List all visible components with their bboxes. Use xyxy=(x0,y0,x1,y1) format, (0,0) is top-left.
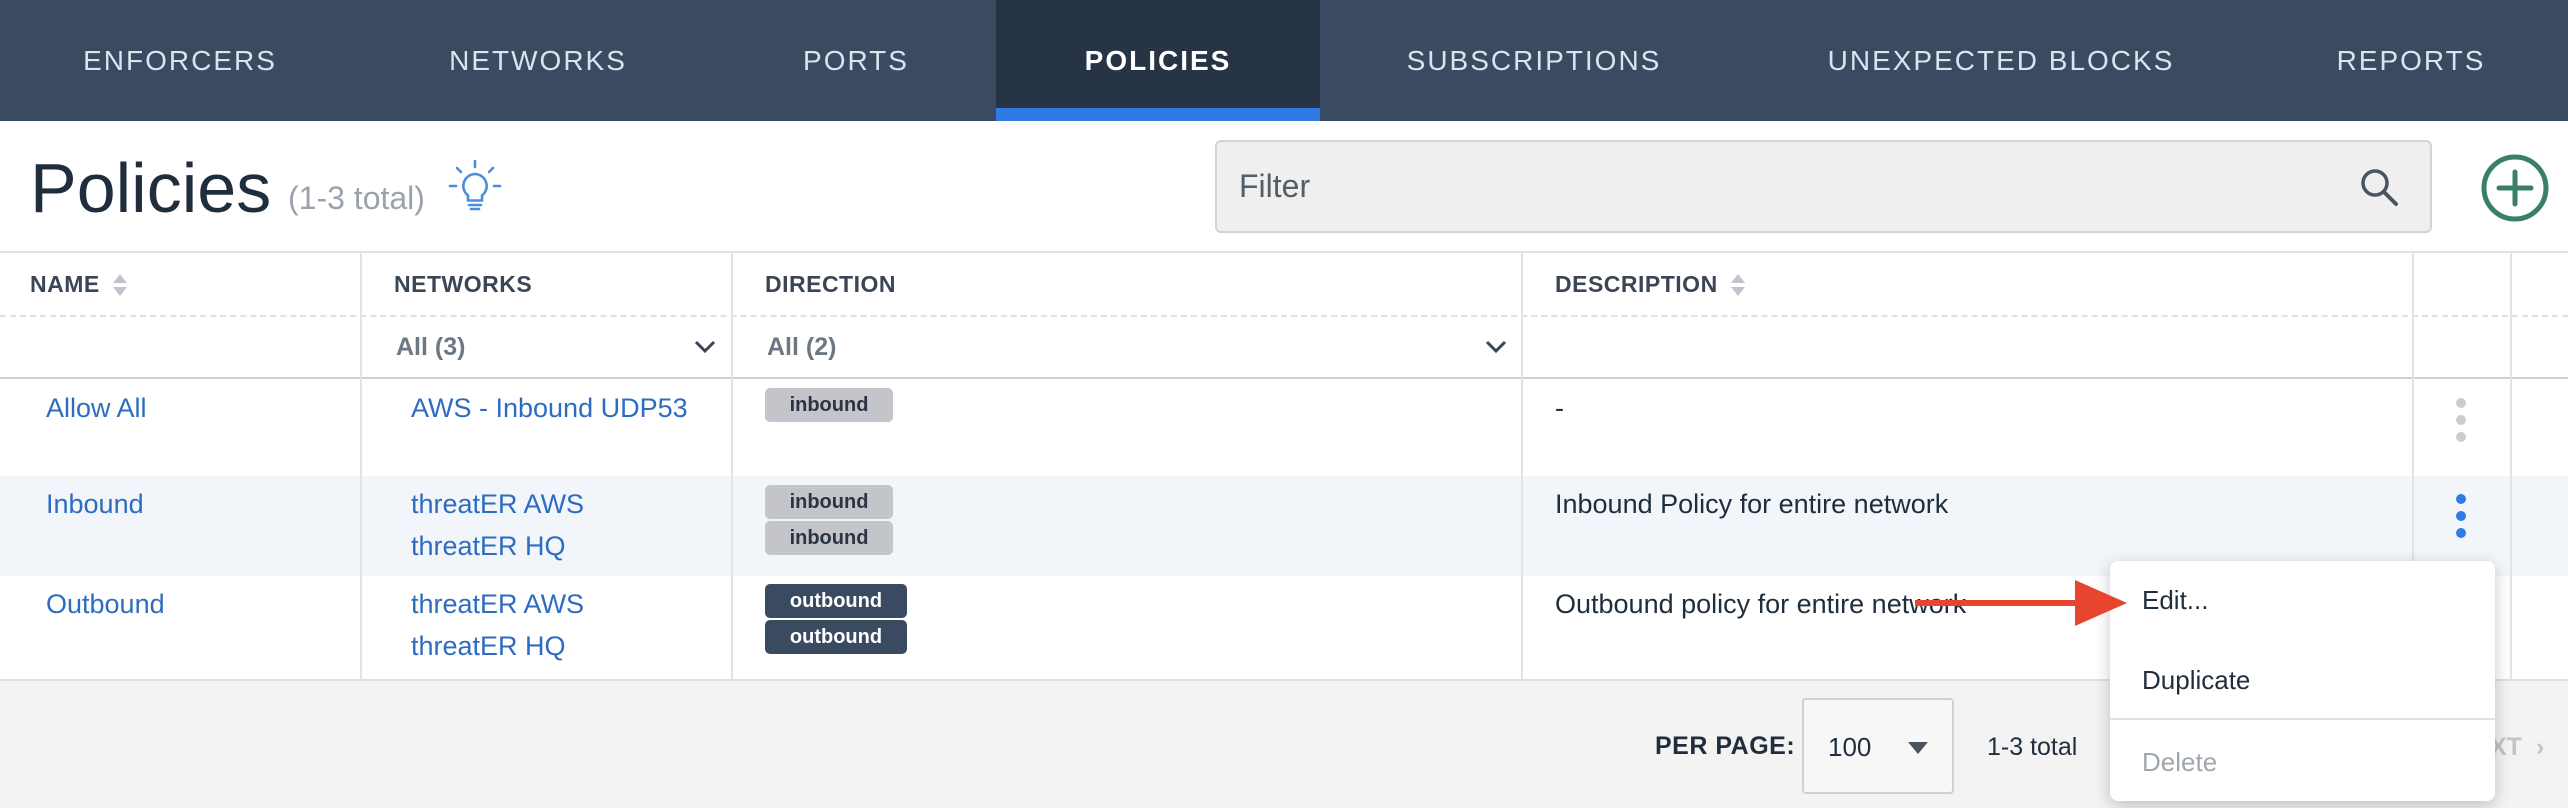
chevron-down-icon xyxy=(1485,340,1507,354)
table-row xyxy=(0,379,2568,476)
direction-badge: inbound xyxy=(765,485,893,519)
network-link[interactable]: threatER AWS xyxy=(411,589,584,620)
column-label: NETWORKS xyxy=(394,271,533,297)
table-header: NAME NETWORKS DIRECTION DESCRIPTION xyxy=(0,251,2568,317)
next-page-button[interactable]: XT › xyxy=(2490,733,2544,762)
column-divider xyxy=(360,251,362,679)
top-navigation: ENFORCERS NETWORKS PORTS POLICIES SUBSCR… xyxy=(0,0,2568,121)
column-label: NAME xyxy=(30,271,100,297)
network-link[interactable]: threatER AWS xyxy=(411,489,584,520)
direction-badge: outbound xyxy=(765,584,907,618)
description-text: - xyxy=(1555,393,1564,423)
column-divider xyxy=(731,251,733,679)
networks-filter-dropdown[interactable]: All (3) xyxy=(396,317,716,377)
tab-enforcers[interactable]: ENFORCERS xyxy=(0,0,360,121)
direction-filter-dropdown[interactable]: All (2) xyxy=(767,317,1507,377)
chevron-down-icon xyxy=(694,340,716,354)
column-label: DIRECTION xyxy=(765,271,896,297)
pagination-total: 1-3 total xyxy=(1987,733,2078,761)
direction-badge: inbound xyxy=(765,521,893,555)
network-link[interactable]: threatER HQ xyxy=(411,631,566,662)
caret-down-icon xyxy=(1908,742,1928,754)
lightbulb-icon[interactable] xyxy=(446,158,504,216)
menu-item-duplicate[interactable]: Duplicate xyxy=(2142,665,2250,696)
filter-box xyxy=(1215,140,2432,233)
description-text: Inbound Policy for entire network xyxy=(1555,489,1949,519)
chevron-right-icon: › xyxy=(2535,733,2545,761)
menu-item-delete: Delete xyxy=(2142,747,2218,777)
column-label: DESCRIPTION xyxy=(1555,271,1718,297)
column-divider xyxy=(1521,251,1523,679)
more-options-icon[interactable] xyxy=(2454,493,2468,539)
dropdown-value: All (2) xyxy=(767,332,837,361)
page-title: Policies xyxy=(30,149,272,227)
menu-divider xyxy=(2110,718,2495,720)
description-text: Outbound policy for entire network xyxy=(1555,589,1967,619)
policy-name-link[interactable]: Inbound xyxy=(46,489,144,520)
filter-input[interactable] xyxy=(1239,142,2319,231)
menu-item-edit[interactable]: Edit... xyxy=(2142,585,2208,616)
per-page-label: PER PAGE: xyxy=(1655,732,1796,760)
tab-ports[interactable]: PORTS xyxy=(716,0,996,121)
policy-name-link[interactable]: Allow All xyxy=(46,393,147,424)
add-policy-button[interactable] xyxy=(2480,153,2550,223)
direction-badge: outbound xyxy=(765,620,907,654)
policy-count: (1-3 total) xyxy=(288,180,425,216)
dropdown-value: All (3) xyxy=(396,332,466,361)
tab-subscriptions[interactable]: SUBSCRIPTIONS xyxy=(1320,0,1748,121)
policy-name-link[interactable]: Outbound xyxy=(46,589,165,620)
per-page-value: 100 xyxy=(1828,732,1872,762)
network-link[interactable]: AWS - Inbound UDP53 xyxy=(411,393,688,424)
sort-icon[interactable] xyxy=(1730,272,1746,298)
tab-networks[interactable]: NETWORKS xyxy=(360,0,716,121)
column-divider xyxy=(2510,251,2512,679)
annotation-arrow-icon xyxy=(1915,580,2127,626)
tab-reports[interactable]: REPORTS xyxy=(2254,0,2568,121)
tab-policies[interactable]: POLICIES xyxy=(996,0,1320,121)
more-options-icon[interactable] xyxy=(2454,397,2468,443)
per-page-select[interactable]: 100 xyxy=(1802,698,1954,794)
column-header-description[interactable]: DESCRIPTION xyxy=(1555,271,1746,298)
tab-unexpected-blocks[interactable]: UNEXPECTED BLOCKS xyxy=(1748,0,2254,121)
network-link[interactable]: threatER HQ xyxy=(411,531,566,562)
direction-badge: inbound xyxy=(765,388,893,422)
column-header-networks: NETWORKS xyxy=(394,271,532,298)
search-icon[interactable] xyxy=(2358,166,2400,208)
sort-icon[interactable] xyxy=(112,272,128,298)
column-header-direction: DIRECTION xyxy=(765,271,896,298)
column-header-name[interactable]: NAME xyxy=(30,271,128,298)
row-context-menu: Edit... Duplicate Delete xyxy=(2110,561,2495,801)
